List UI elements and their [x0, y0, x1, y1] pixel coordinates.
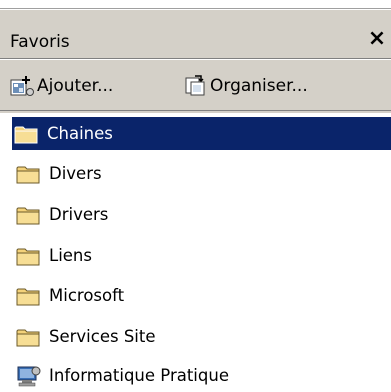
favorite-folder-divers[interactable]: Divers — [14, 157, 391, 190]
favorite-label: Services Site — [49, 327, 156, 346]
organize-favorites-label: Organiser... — [210, 76, 308, 96]
panel-title: Favoris — [10, 32, 70, 52]
add-favorite-label: Ajouter... — [37, 76, 114, 96]
favorite-label: Divers — [49, 164, 102, 183]
folder-icon — [16, 248, 40, 265]
organize-favorites-icon — [185, 75, 205, 96]
favorite-folder-drivers[interactable]: Drivers — [14, 198, 391, 231]
favorite-folder-microsoft[interactable]: Microsoft — [14, 279, 391, 312]
favorites-header: Favoris × — [0, 9, 391, 58]
folder-icon — [16, 207, 40, 224]
favorite-label: Informatique Pratique — [49, 366, 229, 385]
favorite-label: Drivers — [49, 205, 109, 224]
favorite-folder-chaines[interactable]: Chaines — [12, 117, 391, 150]
folder-icon — [16, 288, 40, 305]
add-favorite-button[interactable]: Ajouter... — [10, 73, 113, 99]
top-border — [0, 0, 391, 9]
favorites-toolbar: Ajouter... Organiser... — [0, 58, 391, 110]
folder-icon — [16, 166, 40, 183]
close-icon[interactable]: × — [366, 28, 388, 50]
favorite-folder-services-site[interactable]: Services Site — [14, 320, 391, 353]
favorite-label: Liens — [49, 246, 92, 265]
favorites-list: Chaines Divers Drivers Liens Microsoft S… — [0, 113, 391, 390]
favorite-link-informatique-pratique[interactable]: Informatique Pratique — [14, 359, 391, 392]
favorite-folder-liens[interactable]: Liens — [14, 239, 391, 272]
folder-icon — [16, 329, 40, 346]
organize-favorites-button[interactable]: Organiser... — [183, 73, 308, 99]
folder-icon — [14, 126, 38, 143]
favorite-label: Microsoft — [49, 286, 125, 305]
favorite-label: Chaines — [47, 124, 113, 143]
add-favorite-icon — [10, 76, 34, 96]
web-shortcut-icon — [17, 366, 41, 386]
